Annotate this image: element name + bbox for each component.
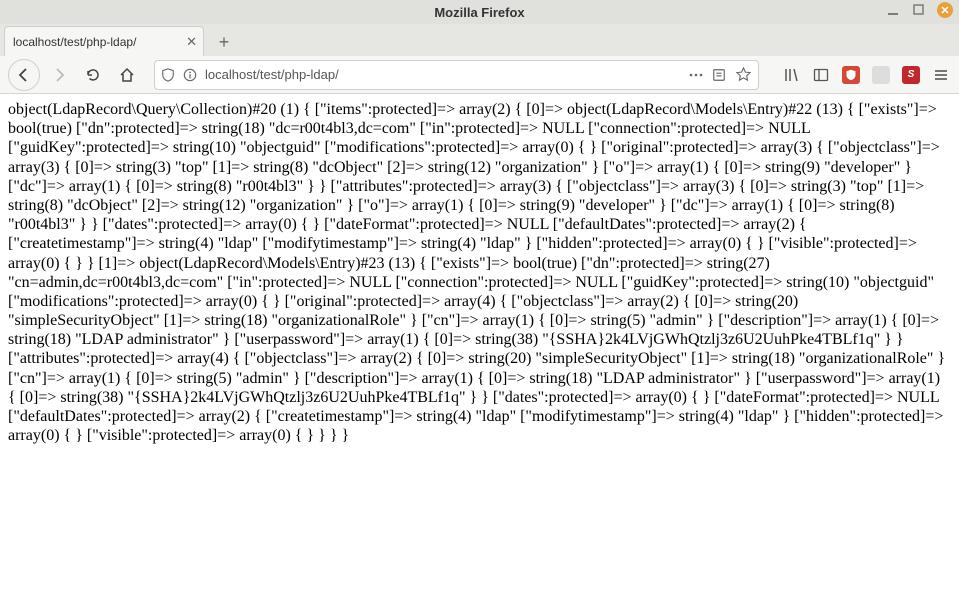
library-icon[interactable] (781, 65, 801, 85)
home-button[interactable] (112, 60, 142, 90)
sidebar-icon[interactable] (811, 65, 831, 85)
reload-button[interactable] (78, 60, 108, 90)
back-button[interactable] (8, 59, 40, 91)
browser-tab[interactable]: localhost/test/php-ldap/ ✕ (4, 26, 204, 56)
maximize-button[interactable] (911, 2, 927, 18)
tab-bar: localhost/test/php-ldap/ ✕ + (0, 24, 959, 56)
url-text: localhost/test/php-ldap/ (205, 67, 682, 82)
minimize-button[interactable] (885, 2, 901, 18)
menu-icon[interactable] (931, 65, 951, 85)
shield-icon[interactable] (161, 68, 177, 82)
tab-title: localhost/test/php-ldap/ (13, 35, 136, 49)
bookmark-star-icon[interactable] (736, 67, 752, 82)
page-content: object(LdapRecord\Query\Collection)#20 (… (0, 94, 959, 451)
info-icon[interactable] (183, 68, 199, 82)
extension-icon[interactable] (871, 65, 891, 85)
url-bar[interactable]: localhost/test/php-ldap/ (154, 60, 759, 90)
noscript-icon[interactable]: S (901, 65, 921, 85)
php-var-dump: object(LdapRecord\Query\Collection)#20 (… (8, 101, 945, 444)
toolbar: localhost/test/php-ldap/ S (0, 56, 959, 94)
ellipsis-icon[interactable] (688, 67, 704, 83)
ublock-icon[interactable] (841, 65, 861, 85)
forward-button (44, 60, 74, 90)
close-button[interactable]: ✕ (937, 2, 953, 18)
reader-mode-icon[interactable] (712, 68, 728, 82)
new-tab-button[interactable]: + (210, 28, 238, 56)
window-title: Mozilla Firefox (434, 5, 524, 20)
window-titlebar: Mozilla Firefox ✕ (0, 0, 959, 24)
tab-close-icon[interactable]: ✕ (186, 34, 197, 50)
